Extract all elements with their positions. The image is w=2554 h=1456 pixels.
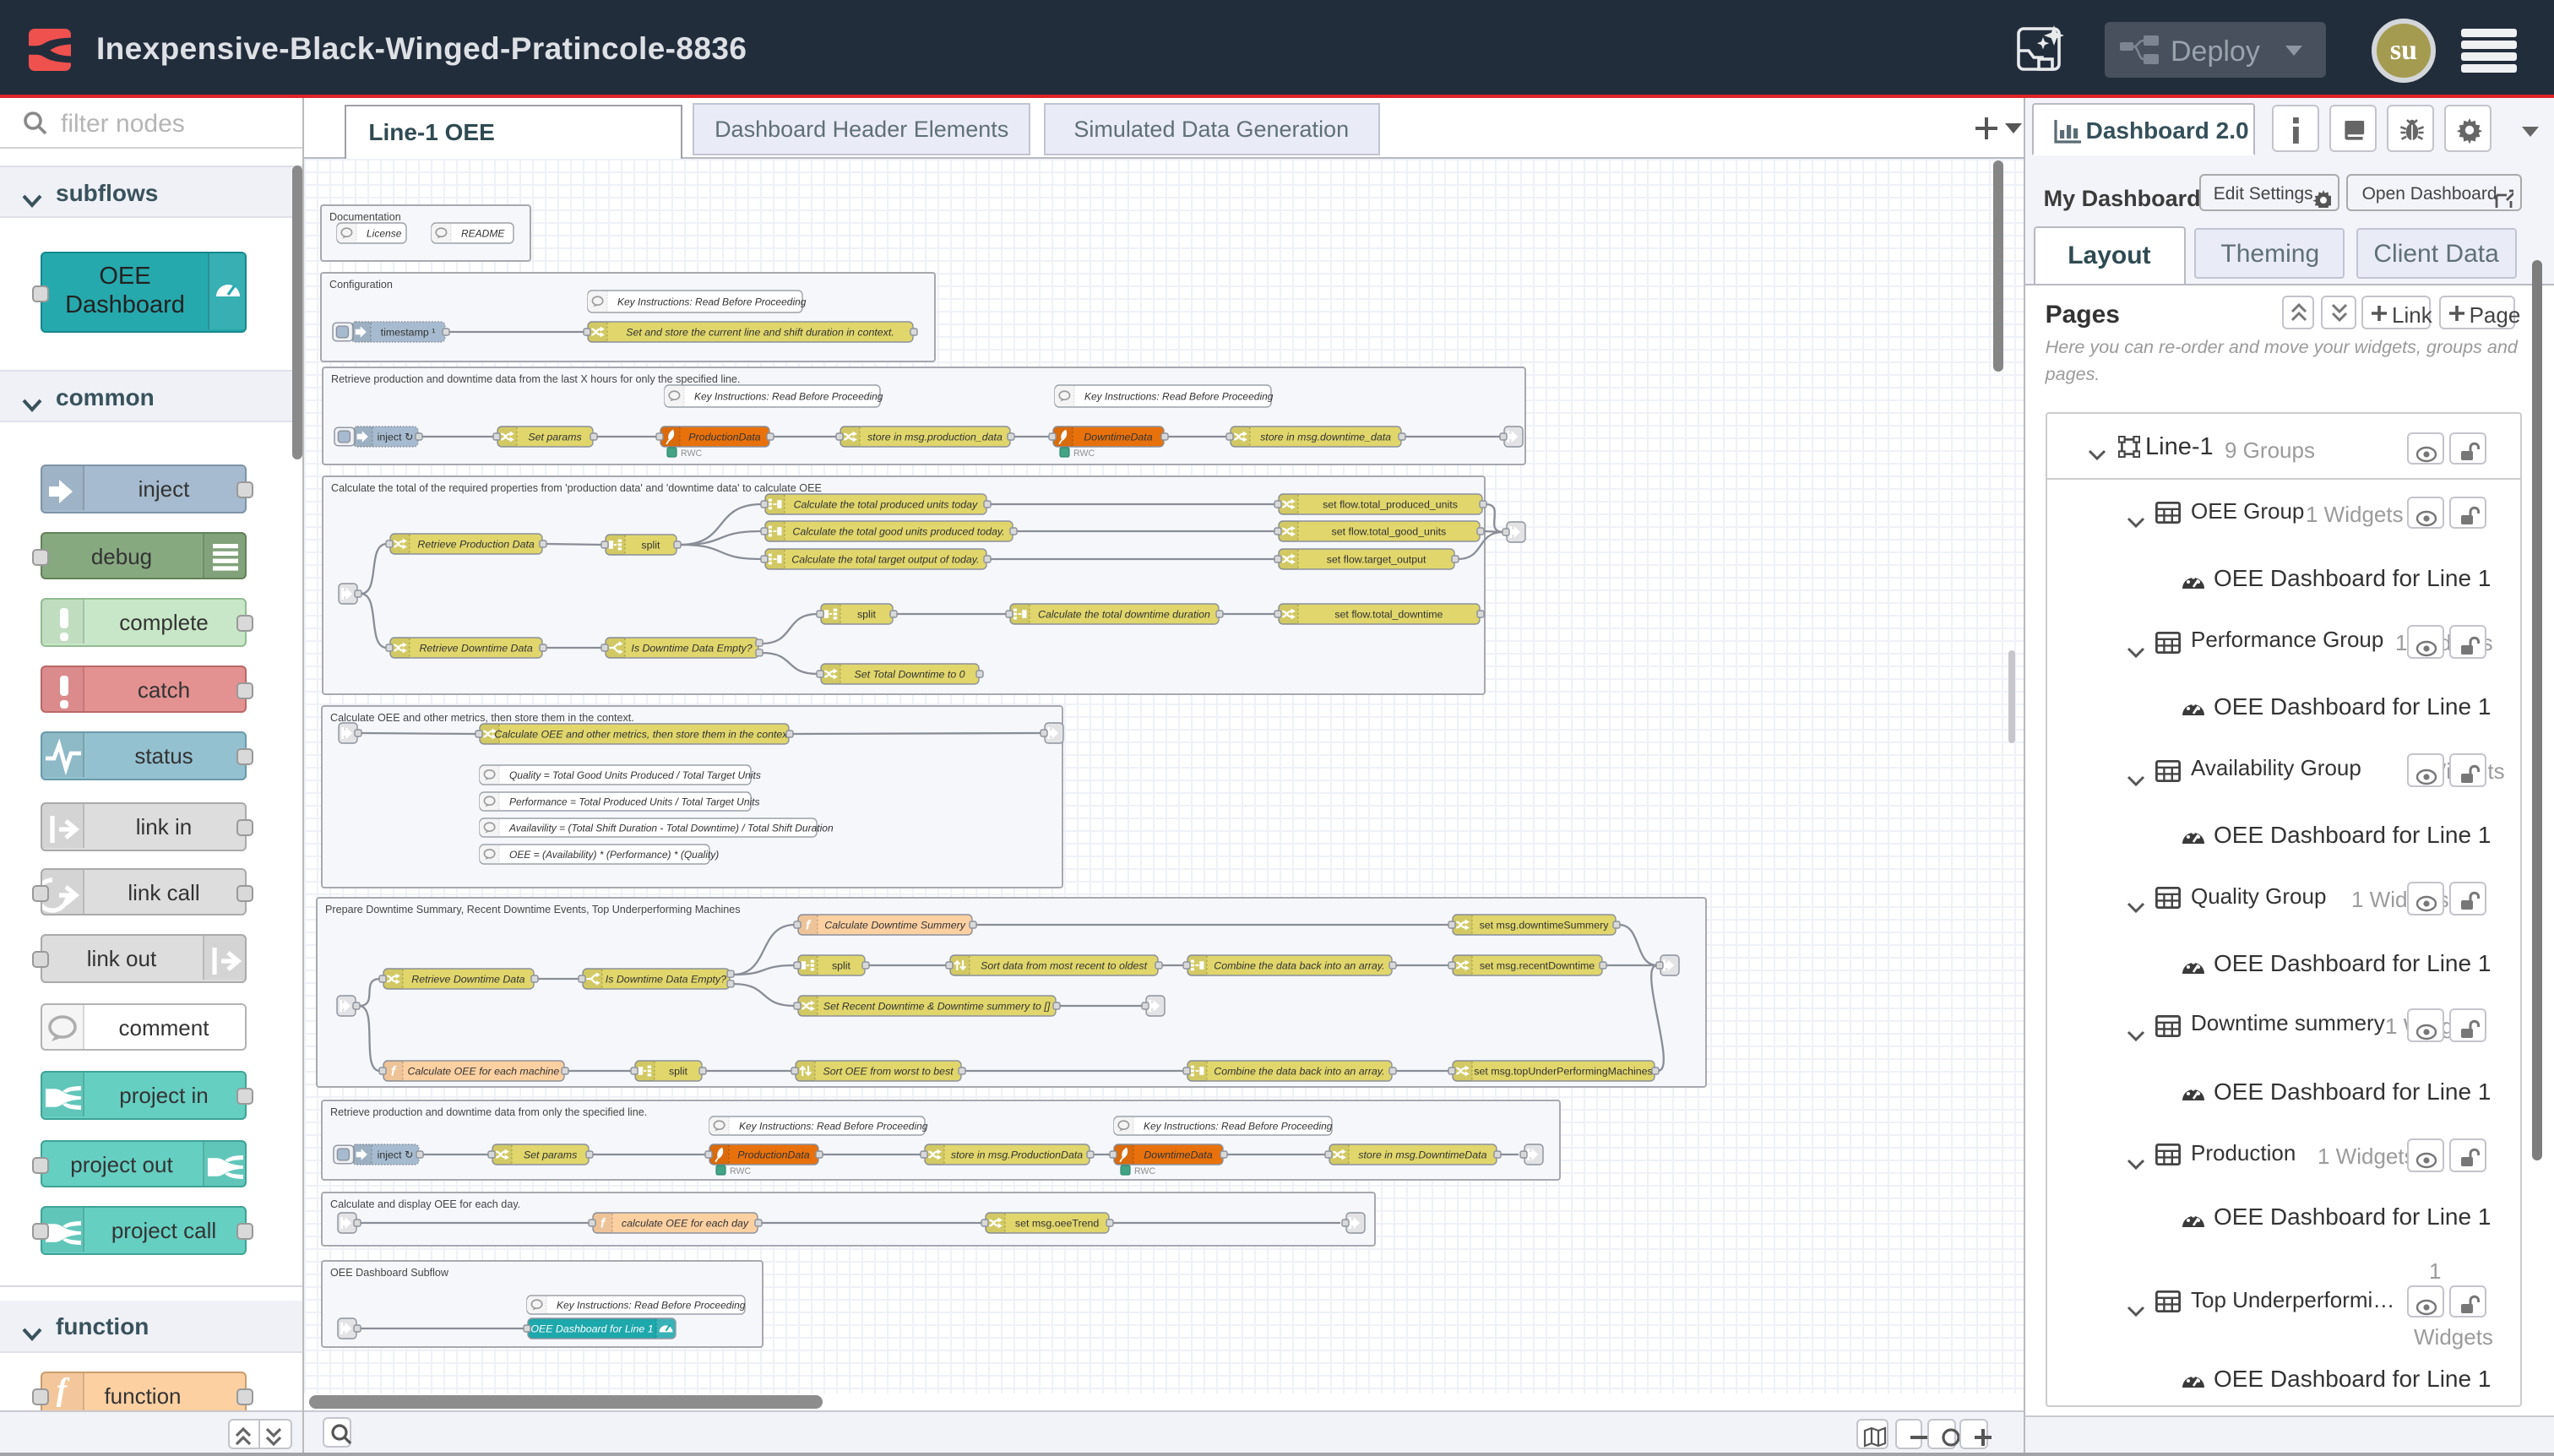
svg-text:Retrieve production and downti: Retrieve production and downtime data fr… (330, 1106, 647, 1117)
svg-text:Set and store the current line: Set and store the current line and shift… (626, 326, 894, 338)
svg-text:OEE Dashboard for Line 1: OEE Dashboard for Line 1 (530, 1323, 653, 1334)
svg-text:set msg.recentDowntime: set msg.recentDowntime (1480, 959, 1595, 971)
svg-text:split: split (669, 1065, 688, 1077)
svg-text:set flow.total_good_units: set flow.total_good_units (1332, 525, 1447, 537)
svg-text:Key Instructions: Read Before: Key Instructions: Read Before Proceeding (1144, 1120, 1333, 1132)
svg-text:Quality = Total Good Units Pro: Quality = Total Good Units Produced / To… (509, 769, 761, 780)
svg-text:Combine the data back into an: Combine the data back into an array. (1214, 1065, 1384, 1077)
svg-text:set msg.oeeTrend: set msg.oeeTrend (1015, 1217, 1100, 1229)
svg-text:OEE = (Availability) * (Perfor: OEE = (Availability) * (Performance) * (… (509, 848, 719, 860)
svg-text:Retrieve Production Data: Retrieve Production Data (417, 538, 535, 550)
svg-text:set flow.total_downtime: set flow.total_downtime (1334, 608, 1443, 620)
svg-text:Is Downtime Data Empty?: Is Downtime Data Empty? (606, 973, 726, 985)
svg-text:calculate OEE for each day: calculate OEE for each day (622, 1217, 749, 1229)
svg-text:Key Instructions: Read Before: Key Instructions: Read Before Proceeding (694, 390, 883, 402)
svg-text:ProductionData: ProductionData (688, 431, 761, 443)
svg-text:inject ↻: inject ↻ (378, 431, 414, 443)
svg-text:Calculate OEE and other metric: Calculate OEE and other metrics, then st… (330, 711, 634, 723)
svg-text:Is Downtime Data Empty?: Is Downtime Data Empty? (631, 642, 752, 654)
svg-text:split: split (832, 959, 851, 971)
svg-text:RWC: RWC (1134, 1165, 1155, 1176)
svg-text:inject ↻: inject ↻ (378, 1149, 414, 1160)
svg-text:Calculate OEE for each machine: Calculate OEE for each machine (408, 1065, 560, 1077)
svg-text:Combine the data back into an: Combine the data back into an array. (1214, 959, 1384, 971)
svg-text:set msg.downtimeSummery: set msg.downtimeSummery (1480, 919, 1610, 931)
svg-text:Calculate the total target out: Calculate the total target output of tod… (791, 553, 979, 565)
svg-text:store in msg.production_data: store in msg.production_data (867, 431, 1003, 443)
svg-text:Key Instructions: Read Before: Key Instructions: Read Before Proceeding (739, 1120, 928, 1132)
svg-text:Key Instructions: Read Before: Key Instructions: Read Before Proceeding (1084, 390, 1274, 402)
svg-text:RWC: RWC (730, 1165, 751, 1176)
svg-text:License: License (367, 227, 402, 239)
svg-text:README: README (461, 227, 505, 239)
svg-text:Sort OEE from worst to best: Sort OEE from worst to best (823, 1065, 954, 1077)
svg-text:Retrieve production and downti: Retrieve production and downtime data fr… (331, 372, 740, 384)
svg-text:DowntimeData: DowntimeData (1084, 431, 1152, 443)
svg-text:Set Recent Downtime & Downtime: Set Recent Downtime & Downtime summery t… (823, 1000, 1051, 1012)
svg-text:Key Instructions: Read Before: Key Instructions: Read Before Proceeding (617, 296, 807, 307)
svg-text:set flow.target_output: set flow.target_output (1327, 553, 1426, 565)
svg-text:set msg.topUnderPerformingMach: set msg.topUnderPerformingMachines (1474, 1065, 1652, 1077)
svg-text:Set params: Set params (524, 1149, 577, 1160)
svg-text:Calculate the total produced u: Calculate the total produced units today (794, 498, 978, 510)
svg-text:Documentation: Documentation (329, 210, 401, 222)
svg-text:RWC: RWC (681, 448, 702, 458)
svg-text:split: split (641, 539, 660, 551)
svg-text:store in msg.DowntimeData: store in msg.DowntimeData (1358, 1149, 1486, 1160)
svg-text:Calculate the total downtime d: Calculate the total downtime duration (1038, 608, 1210, 620)
svg-text:Configuration: Configuration (329, 278, 393, 290)
svg-text:split: split (857, 608, 877, 620)
svg-text:Set Total Downtime to 0: Set Total Downtime to 0 (854, 668, 965, 680)
svg-text:OEE Dashboard Subflow: OEE Dashboard Subflow (330, 1266, 449, 1278)
svg-text:Key Instructions: Read Before: Key Instructions: Read Before Proceeding (557, 1299, 746, 1311)
svg-text:Calculate and display OEE for: Calculate and display OEE for each day. (330, 1198, 520, 1209)
svg-text:Sort data from most recent to: Sort data from most recent to oldest (981, 959, 1148, 971)
svg-text:RWC: RWC (1073, 448, 1095, 458)
svg-text:Retrieve Downtime Data: Retrieve Downtime Data (411, 973, 524, 985)
svg-text:store in msg.ProductionData: store in msg.ProductionData (951, 1149, 1083, 1160)
svg-text:Set params: Set params (528, 431, 581, 443)
svg-text:store in msg.downtime_data: store in msg.downtime_data (1260, 431, 1391, 443)
svg-text:Prepare Downtime Summary, Rece: Prepare Downtime Summary, Recent Downtim… (325, 903, 741, 915)
svg-text:Calculate Downtime Summery: Calculate Downtime Summery (824, 919, 965, 931)
svg-text:Availavility = (Total Shift Du: Availavility = (Total Shift Duration - T… (508, 822, 834, 834)
svg-text:timestamp ¹: timestamp ¹ (381, 326, 436, 338)
svg-text:DowntimeData: DowntimeData (1144, 1149, 1212, 1160)
svg-text:Performance = Total Produced U: Performance = Total Produced Units / Tot… (509, 796, 760, 807)
svg-text:Calculate the total of the req: Calculate the total of the required prop… (331, 481, 822, 493)
svg-text:Retrieve Downtime Data: Retrieve Downtime Data (419, 642, 532, 654)
svg-text:Calculate the total good units: Calculate the total good units produced … (792, 525, 1004, 537)
svg-text:ProductionData: ProductionData (737, 1149, 810, 1160)
svg-text:set flow.total_produced_units: set flow.total_produced_units (1323, 498, 1458, 510)
svg-text:Calculate OEE and other metric: Calculate OEE and other metrics, then st… (494, 728, 793, 740)
